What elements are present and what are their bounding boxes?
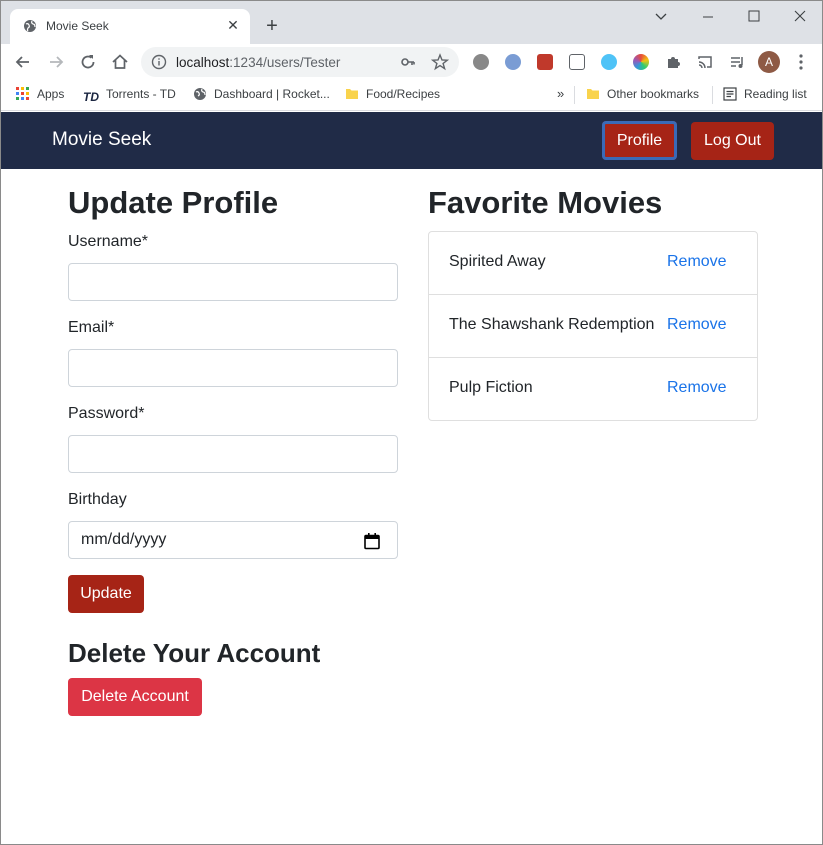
plus-icon[interactable]: +: [261, 15, 283, 37]
bookmark-torrents-label: Torrents - TD: [106, 87, 176, 101]
bookmark-reading-label: Reading list: [744, 87, 807, 101]
reload-icon[interactable]: [78, 52, 98, 72]
update-button[interactable]: Update: [68, 575, 144, 613]
tab-strip: Movie Seek ✕ +: [1, 1, 822, 44]
url-host: localhost: [176, 55, 230, 70]
bookmark-food-label: Food/Recipes: [366, 87, 441, 101]
bookmarks-divider: [574, 86, 575, 104]
media-icon[interactable]: [729, 54, 745, 70]
bookmark-other[interactable]: Other bookmarks: [586, 86, 699, 104]
favorite-movies-heading: Favorite Movies: [428, 185, 663, 220]
email-field[interactable]: [68, 349, 398, 387]
bookmark-apps-label: Apps: [37, 87, 65, 101]
key-icon[interactable]: [400, 54, 416, 70]
brand-link[interactable]: Movie Seek: [52, 129, 151, 151]
globe-icon: [24, 20, 36, 32]
chevron-down-icon[interactable]: [646, 7, 676, 27]
folder-icon: [587, 89, 599, 99]
maximize-icon[interactable]: [739, 7, 769, 27]
browser-window: Movie Seek ✕ + localhost:1234/users/Test…: [0, 0, 823, 845]
bookmark-food[interactable]: Food/Recipes: [345, 86, 440, 104]
bookmark-other-label: Other bookmarks: [607, 87, 700, 101]
birthday-placeholder: mm/dd/yyyy: [81, 531, 167, 548]
bookmarks-bar: Apps TD Torrents - TD Dashboard | Rocket.…: [1, 80, 822, 111]
movie-title: Pulp Fiction: [449, 379, 533, 396]
bookmark-apps[interactable]: Apps: [16, 86, 64, 104]
cast-icon[interactable]: [697, 54, 713, 70]
birthday-label: Birthday: [68, 491, 127, 508]
url-path: :1234/users/Tester: [229, 55, 341, 70]
forward-arrow-icon[interactable]: [46, 52, 66, 72]
password-field[interactable]: [68, 435, 398, 473]
email-label: Email*: [68, 319, 115, 336]
extension-icon-5[interactable]: [601, 54, 617, 70]
list-item: The Shawshank Redemption Remove: [429, 295, 757, 358]
profile-avatar[interactable]: A: [758, 51, 780, 73]
list-item: Pulp Fiction Remove: [429, 358, 757, 421]
browser-toolbar: localhost:1234/users/Tester A: [1, 44, 822, 80]
globe-icon: [194, 88, 206, 100]
movie-title: The Shawshank Redemption: [449, 316, 655, 333]
logout-button[interactable]: Log Out: [691, 122, 774, 160]
extension-icon-3[interactable]: [537, 54, 553, 70]
extension-icon-1[interactable]: [473, 54, 489, 70]
extension-icon-4[interactable]: [569, 54, 585, 70]
star-icon[interactable]: [431, 53, 449, 71]
profile-button[interactable]: Profile: [602, 121, 677, 160]
bookmark-dashboard[interactable]: Dashboard | Rocket...: [193, 86, 330, 104]
puzzle-icon[interactable]: [665, 54, 681, 70]
update-profile-heading: Update Profile: [68, 185, 279, 220]
address-bar[interactable]: localhost:1234/users/Tester: [141, 47, 459, 77]
remove-link[interactable]: Remove: [667, 379, 727, 397]
username-label: Username*: [68, 233, 149, 250]
apps-grid-icon: [16, 87, 29, 100]
home-icon[interactable]: [110, 52, 130, 72]
extension-icon-2[interactable]: [505, 54, 521, 70]
username-field[interactable]: [68, 263, 398, 301]
url-text: localhost:1234/users/Tester: [176, 55, 340, 70]
folder-icon: [346, 89, 358, 99]
remove-link[interactable]: Remove: [667, 316, 727, 334]
tab-title: Movie Seek: [46, 19, 109, 33]
list-item: Spirited Away Remove: [429, 232, 757, 295]
remove-link[interactable]: Remove: [667, 253, 727, 271]
calendar-icon[interactable]: [363, 532, 381, 550]
kebab-menu-icon[interactable]: [793, 52, 809, 72]
window-close-icon[interactable]: [785, 7, 815, 27]
movie-title: Spirited Away: [449, 253, 546, 270]
info-icon[interactable]: [151, 54, 167, 70]
minimize-icon[interactable]: [693, 7, 723, 27]
browser-tab[interactable]: Movie Seek ✕: [10, 9, 250, 44]
password-label: Password*: [68, 405, 145, 422]
delete-account-heading: Delete Your Account: [68, 638, 321, 668]
extension-icon-6[interactable]: [633, 54, 649, 70]
close-icon[interactable]: ✕: [224, 16, 242, 34]
bookmarks-divider: [712, 86, 713, 104]
birthday-field[interactable]: mm/dd/yyyy: [68, 521, 398, 559]
bookmark-reading-list[interactable]: Reading list: [723, 86, 807, 104]
delete-account-button[interactable]: Delete Account: [68, 678, 202, 716]
bookmark-dashboard-label: Dashboard | Rocket...: [214, 87, 330, 101]
bookmark-torrents[interactable]: TD Torrents - TD: [83, 86, 176, 104]
bookmarks-overflow-button[interactable]: »: [557, 86, 564, 104]
favorite-movies-list: Spirited Away Remove The Shawshank Redem…: [428, 231, 758, 421]
back-arrow-icon[interactable]: [13, 52, 33, 72]
reading-list-icon: [723, 87, 737, 101]
td-logo-icon: TD: [83, 90, 99, 104]
